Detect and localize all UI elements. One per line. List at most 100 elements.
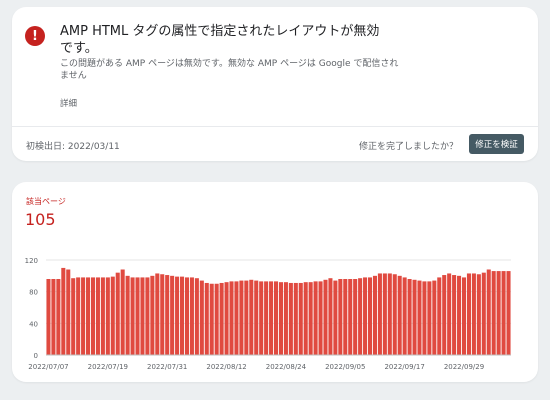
validate-fix-button[interactable]: 修正を検証 [469,134,524,154]
bar [427,281,432,355]
bar [457,275,462,355]
x-tick-label: 2022/09/17 [384,363,424,371]
y-tick-label: 40 [29,320,38,328]
bar [382,273,387,355]
error-exclamation-icon: ! [25,26,45,46]
bar [61,267,66,355]
bar [184,277,190,355]
bar [165,275,170,355]
bar [402,277,407,355]
bar [273,281,279,355]
bar [313,281,318,355]
bar [170,275,175,355]
bar [343,279,348,355]
bar [76,277,81,355]
bar [160,274,165,355]
bar [367,277,373,355]
details-link[interactable]: 詳細 [60,97,77,109]
x-tick-label: 2022/09/05 [325,363,365,371]
bar [358,278,363,355]
bar [259,281,264,355]
bar [125,275,130,355]
bar [506,271,511,355]
bar [283,282,288,355]
bar [214,283,219,355]
bar [298,282,303,355]
bar [194,278,199,355]
bar [392,274,397,355]
x-tick-label: 2022/07/19 [88,363,128,371]
bar [318,281,323,355]
x-tick-label: 2022/08/24 [266,363,307,371]
bar [387,273,392,355]
bar [140,277,145,355]
y-tick-label: 0 [34,352,38,360]
bar [189,277,194,355]
bar [249,279,254,355]
bar [397,275,402,355]
bar [377,273,382,355]
bar [486,269,491,355]
bar [481,272,486,355]
issue-card: ! AMP HTML タグの属性で指定されたレイアウトが無効です。 この問題があ… [12,7,538,161]
bar [407,279,412,355]
bar [209,283,214,355]
bar [353,279,358,355]
bar [100,277,105,355]
affected-pages-chart: 0 40 80 120 2022/07/07 2022/07/19 2022/07/31 20… [25,257,511,371]
bar [269,281,274,355]
bar [471,273,476,355]
bar [204,282,209,355]
bar [461,277,467,355]
affected-pages-card: 該当ページ 105 0 40 80 120 2022/07/07 2022/07/19 20… [12,182,538,382]
issue-title: AMP HTML タグの属性で指定されたレイアウトが無効です。 [60,24,380,56]
bar [66,269,71,355]
bar [180,276,185,355]
bar [452,275,457,355]
bar [417,280,422,355]
bar [278,282,284,355]
first-detected-date: 初検出日: 2022/03/11 [26,142,120,152]
bar [308,282,313,355]
bar [442,275,447,355]
bar [476,274,481,355]
bar [95,277,100,355]
bar [81,277,86,355]
bar [496,271,501,355]
bar [466,273,471,355]
bar [234,281,239,355]
bar [422,281,427,355]
bar [328,278,333,355]
bar [323,279,328,355]
bar [288,282,293,355]
bar [90,277,96,355]
bar [145,277,150,355]
x-tick-label: 2022/07/31 [147,363,187,371]
bar [51,279,56,355]
bar [447,273,452,355]
bar [115,272,120,355]
bar [130,277,135,355]
x-tick-label: 2022/07/07 [28,363,68,371]
bar [437,277,442,355]
bar [501,271,506,355]
x-tick-label: 2022/08/12 [206,363,246,371]
bar [110,276,115,355]
x-tick-label: 2022/09/29 [444,363,484,371]
bar [254,280,259,355]
bar [239,280,244,355]
bar [150,275,155,355]
bar [175,276,180,355]
bar [338,279,343,355]
bar [303,282,308,355]
bar [224,282,229,355]
issue-description: この問題がある AMP ページは無効です。無効な AMP ページは Google… [60,59,399,81]
bar [412,279,417,355]
bar [155,273,160,355]
bar [229,281,234,355]
bar [348,279,353,355]
divider [12,126,538,127]
bar [219,282,224,355]
bar [264,281,269,355]
bar [491,271,496,355]
